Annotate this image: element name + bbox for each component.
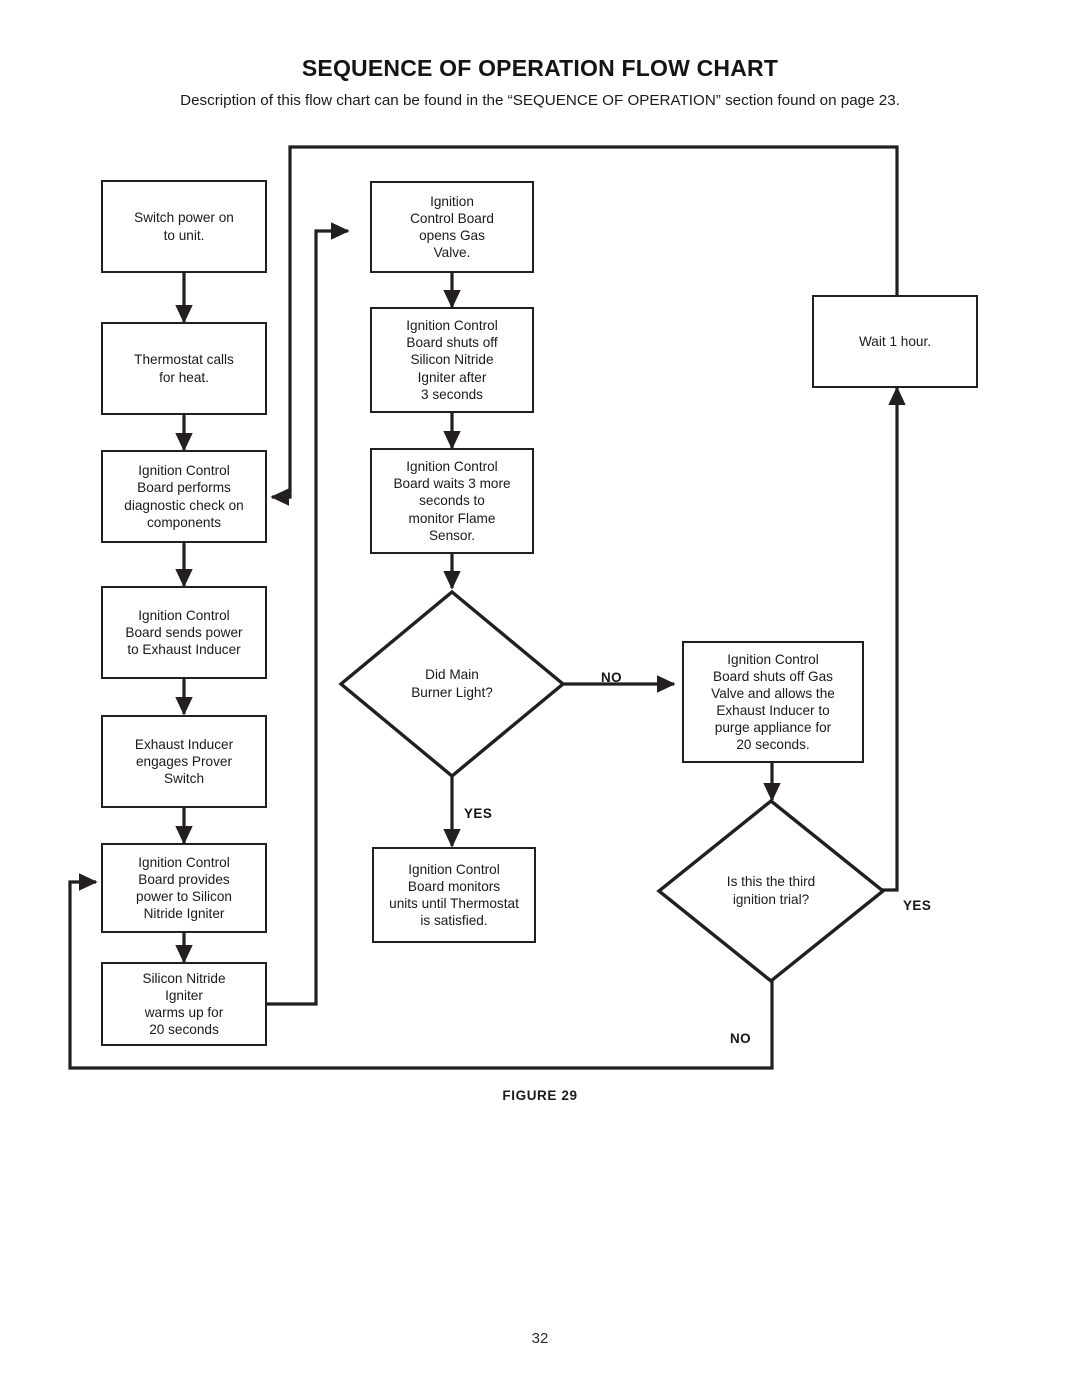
node-switch-power-on: Switch power on to unit. [101,180,267,273]
node-diagnostic-check: Ignition Control Board performs diagnost… [101,450,267,543]
page-subtitle: Description of this flow chart can be fo… [180,92,900,109]
node-wait-1-hour: Wait 1 hour. [812,295,978,388]
edge-n7-n8 [266,222,350,1006]
decision-label-third-trial: Is this the third ignition trial? [726,874,816,907]
branch-label-no-burner-light: NO [601,670,623,685]
flowchart-page: SEQUENCE OF OPERATION FLOW CHART Descrip… [0,0,1080,1397]
node-exhaust-inducer-engages-prover-switch: Exhaust Inducer engages Prover Switch [101,715,267,808]
node-monitors-until-thermostat-satisfied: Ignition Control Board monitors units un… [372,847,536,943]
node-waits-3-more-seconds-flame-sensor: Ignition Control Board waits 3 more seco… [370,448,534,554]
edge-n13-n3 [270,145,899,506]
branch-label-no-third-trial: NO [730,1031,752,1046]
node-thermostat-calls-for-heat: Thermostat calls for heat. [101,322,267,415]
node-shuts-off-gas-valve-purge: Ignition Control Board shuts off Gas Val… [682,641,864,763]
node-igniter-warms-up: Silicon Nitride Igniter warms up for 20 … [101,962,267,1046]
figure-caption: FIGURE 29 [502,1088,578,1103]
page-number: 32 [531,1330,549,1347]
page-title: SEQUENCE OF OPERATION FLOW CHART [301,55,779,81]
decision-label-burner-light: Did Main Burner Light? [411,667,493,700]
decision-is-this-third-ignition-trial: Is this the third ignition trial? [656,798,886,984]
node-sends-power-to-exhaust-inducer: Ignition Control Board sends power to Ex… [101,586,267,679]
branch-label-yes-third-trial: YES [903,898,932,913]
branch-label-yes-burner-light: YES [464,806,493,821]
node-opens-gas-valve: Ignition Control Board opens Gas Valve. [370,181,534,273]
node-provides-power-to-silicon-nitride-igniter: Ignition Control Board provides power to… [101,843,267,933]
node-shuts-off-igniter-after-3-seconds: Ignition Control Board shuts off Silicon… [370,307,534,413]
decision-did-main-burner-light: Did Main Burner Light? [338,589,566,779]
